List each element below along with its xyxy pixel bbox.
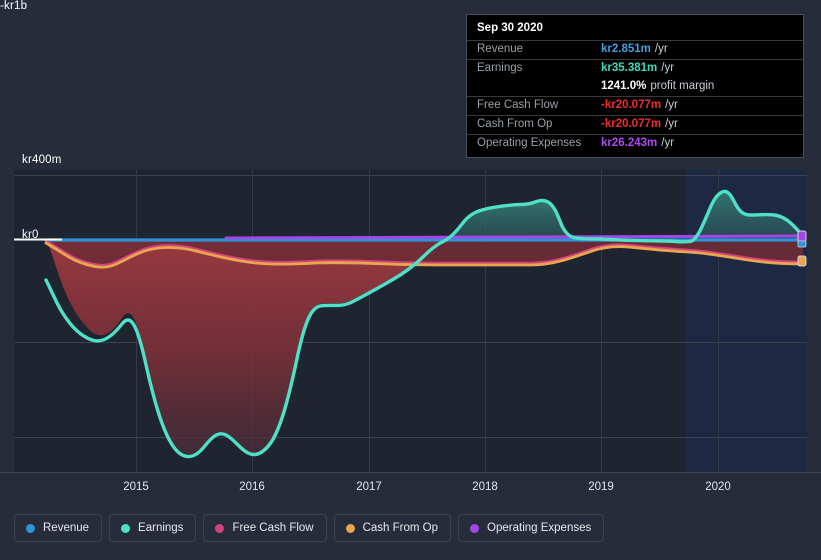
tooltip-value-free-cash-flow: -kr20.077m bbox=[601, 99, 662, 111]
operating-expenses-line bbox=[224, 234, 805, 240]
tooltip-row-cash-from-op: Cash From Op -kr20.077m /yr bbox=[467, 115, 803, 134]
legend-dot-cash-from-op-icon bbox=[345, 523, 355, 533]
x-axis-label-2015: 2015 bbox=[123, 481, 149, 493]
tooltip-unit-profit-margin: profit margin bbox=[650, 80, 715, 92]
y-axis-label-bottom: -kr1b bbox=[0, 0, 28, 12]
legend-label-cash-from-op: Cash From Op bbox=[362, 522, 439, 534]
legend-label-operating-expenses: Operating Expenses bbox=[487, 522, 592, 534]
tooltip-unit-revenue: /yr bbox=[654, 43, 668, 55]
legend-item-earnings[interactable]: Earnings bbox=[109, 514, 197, 542]
tooltip-value-profit-margin: 1241.0% bbox=[601, 80, 647, 92]
y-axis-label-top: kr400m bbox=[22, 154, 62, 166]
y-axis-label-zero: kr0 bbox=[22, 229, 39, 241]
x-axis-label-2018: 2018 bbox=[472, 481, 498, 493]
data-tooltip: Sep 30 2020 Revenue kr2.851m /yr Earning… bbox=[466, 14, 804, 158]
tooltip-date: Sep 30 2020 bbox=[477, 22, 543, 34]
tooltip-row-free-cash-flow: Free Cash Flow -kr20.077m /yr bbox=[467, 96, 803, 115]
chart-legend: Revenue Earnings Free Cash Flow Cash Fro… bbox=[14, 514, 605, 542]
legend-dot-operating-expenses-icon bbox=[470, 523, 480, 533]
tooltip-row-operating-expenses: Operating Expenses kr26.243m /yr bbox=[467, 134, 803, 153]
tooltip-unit-earnings: /yr bbox=[661, 62, 675, 74]
legend-label-revenue: Revenue bbox=[43, 522, 90, 534]
legend-item-cash-from-op[interactable]: Cash From Op bbox=[333, 514, 452, 542]
legend-dot-earnings-icon bbox=[121, 523, 131, 533]
tooltip-value-revenue: kr2.851m bbox=[601, 43, 651, 55]
tooltip-key-cash-from-op: Cash From Op bbox=[477, 118, 553, 130]
legend-item-operating-expenses[interactable]: Operating Expenses bbox=[458, 514, 605, 542]
legend-label-free-cash-flow: Free Cash Flow bbox=[232, 522, 314, 534]
tooltip-key-revenue: Revenue bbox=[477, 43, 524, 55]
tooltip-unit-cash-from-op: /yr bbox=[665, 118, 678, 130]
tooltip-row-earnings: Earnings kr35.381m /yr bbox=[467, 59, 803, 78]
legend-dot-revenue-icon bbox=[26, 523, 35, 533]
tooltip-value-earnings: kr35.381m bbox=[601, 62, 658, 74]
financial-chart: kr400m kr0 -kr1b 2015 2016 2017 2018 201… bbox=[0, 0, 821, 560]
tooltip-row-revenue: Revenue kr2.851m /yr bbox=[467, 40, 803, 59]
legend-item-free-cash-flow[interactable]: Free Cash Flow bbox=[203, 514, 327, 542]
tooltip-key-operating-expenses: Operating Expenses bbox=[477, 137, 582, 149]
tooltip-key-free-cash-flow: Free Cash Flow bbox=[477, 99, 559, 111]
tooltip-row-profit-margin: 1241.0% profit margin bbox=[467, 78, 803, 96]
tooltip-unit-operating-expenses: /yr bbox=[661, 137, 675, 149]
tooltip-value-cash-from-op: -kr20.077m bbox=[601, 118, 662, 130]
tooltip-value-operating-expenses: kr26.243m bbox=[601, 137, 658, 149]
x-axis-label-2020: 2020 bbox=[705, 481, 731, 493]
legend-label-earnings: Earnings bbox=[138, 522, 184, 534]
tooltip-unit-free-cash-flow: /yr bbox=[665, 99, 678, 111]
tooltip-key-earnings: Earnings bbox=[477, 62, 523, 74]
x-axis-label-2016: 2016 bbox=[239, 481, 265, 493]
x-axis-label-2019: 2019 bbox=[588, 481, 614, 493]
legend-item-revenue[interactable]: Revenue bbox=[14, 514, 103, 542]
x-axis-label-2017: 2017 bbox=[356, 481, 382, 493]
legend-dot-free-cash-flow-icon bbox=[215, 523, 225, 533]
